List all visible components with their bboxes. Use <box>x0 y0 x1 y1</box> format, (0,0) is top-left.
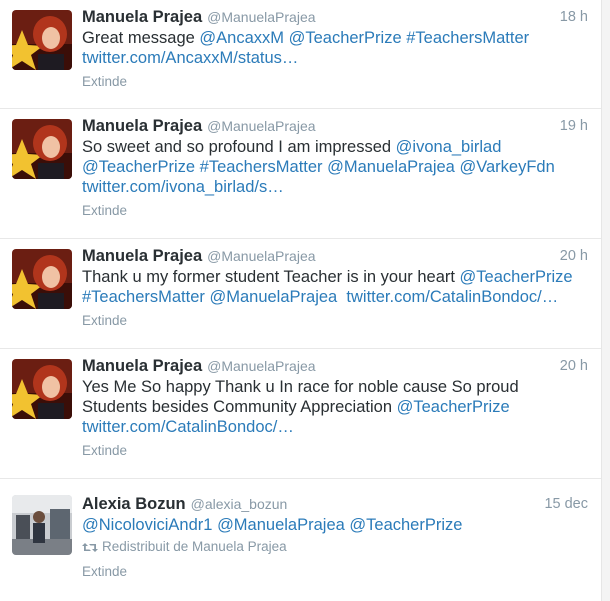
mention-link[interactable]: @AncaxxM <box>199 29 284 47</box>
author-handle[interactable]: @ManuelaPrajea <box>207 118 315 134</box>
tweet-text-line: #TeachersMatter @ManuelaPrajea twitter.c… <box>82 287 588 307</box>
url-link[interactable]: twitter.com/CatalinBondoc/… <box>346 288 558 306</box>
tweet-body: Manuela Prajea @ManuelaPrajea 20 h Yes Me… <box>82 355 588 460</box>
author-name[interactable]: Manuela Prajea <box>82 117 202 135</box>
tweet-text-line: @TeacherPrize #TeachersMatter @ManuelaPr… <box>82 157 588 177</box>
profile-photo-room-icon <box>12 495 72 555</box>
url-link[interactable]: twitter.com/ivona_birlad/s… <box>82 178 284 196</box>
tweet-header: Manuela Prajea @ManuelaPrajea 20 h <box>82 245 588 267</box>
tweet-text: Great message @AncaxxM @TeacherPrize #Te… <box>82 28 588 68</box>
tweet-header: Manuela Prajea @ManuelaPrajea 19 h <box>82 115 588 137</box>
tweet-item[interactable]: Alexia Bozun @alexia_bozun 15 dec @Nicolo… <box>0 479 602 600</box>
author-name[interactable]: Manuela Prajea <box>82 357 202 375</box>
mention-link[interactable]: @NicoloviciAndr1 <box>82 516 212 534</box>
mention-link[interactable]: @ManuelaPrajea <box>327 158 455 176</box>
mention-link[interactable]: @TeacherPrize <box>397 398 510 416</box>
author-handle[interactable]: @ManuelaPrajea <box>207 358 315 374</box>
tweet-item[interactable]: Manuela Prajea @ManuelaPrajea 20 h Yes Me… <box>0 349 602 479</box>
avatar[interactable] <box>12 495 72 555</box>
tweet-text: So sweet and so profound I am impressed … <box>82 137 588 197</box>
author-name[interactable]: Manuela Prajea <box>82 247 202 265</box>
tweet-header: Alexia Bozun @alexia_bozun 15 dec <box>82 493 588 515</box>
url-link[interactable]: twitter.com/CatalinBondoc/… <box>82 418 294 436</box>
expand-link[interactable]: Extinde <box>82 203 127 218</box>
tweet-timestamp[interactable]: 20 h <box>560 355 588 377</box>
author-name[interactable]: Manuela Prajea <box>82 8 202 26</box>
mention-link[interactable]: @TeacherPrize <box>349 516 462 534</box>
tweet-timestamp[interactable]: 20 h <box>560 245 588 267</box>
tweet-timestamp[interactable]: 19 h <box>560 115 588 137</box>
tweet-text-segment: Thank u my former student Teacher is in … <box>82 268 460 286</box>
profile-photo-star-icon <box>12 119 72 179</box>
url-link[interactable]: twitter.com/AncaxxM/status… <box>82 49 298 67</box>
tweet-text-line: Great message @AncaxxM @TeacherPrize #Te… <box>82 28 588 48</box>
expand-link[interactable]: Extinde <box>82 313 127 328</box>
tweet-text: Yes Me So happy Thank u In race for nobl… <box>82 377 588 437</box>
tweet-header: Manuela Prajea @ManuelaPrajea 20 h <box>82 355 588 377</box>
tweet-text-segment: So sweet and so profound I am impressed <box>82 138 396 156</box>
tweet-text: @NicoloviciAndr1 @ManuelaPrajea @Teacher… <box>82 515 588 535</box>
mention-link[interactable]: @ivona_birlad <box>396 138 502 156</box>
tweet-item[interactable]: Manuela Prajea @ManuelaPrajea 20 h Thank … <box>0 239 602 349</box>
avatar[interactable] <box>12 249 72 309</box>
tweet-text-line: @NicoloviciAndr1 @ManuelaPrajea @Teacher… <box>82 515 588 535</box>
tweet-body: Manuela Prajea @ManuelaPrajea 19 h So swe… <box>82 115 588 220</box>
tweet-timeline: Manuela Prajea @ManuelaPrajea 18 h Great … <box>0 0 603 601</box>
avatar[interactable] <box>12 119 72 179</box>
author-handle[interactable]: @ManuelaPrajea <box>207 248 315 264</box>
mention-link[interactable]: @TeacherPrize <box>82 158 195 176</box>
tweet-text-line: Students besides Community Appreciation … <box>82 397 588 417</box>
profile-photo-star-icon <box>12 249 72 309</box>
profile-photo-star-icon <box>12 10 72 70</box>
tweet-text-line: twitter.com/ivona_birlad/s… <box>82 177 588 197</box>
tweet-text-segment: Yes Me So happy Thank u In race for nobl… <box>82 378 519 396</box>
tweet-text-line: twitter.com/AncaxxM/status… <box>82 48 588 68</box>
tweet-text: Thank u my former student Teacher is in … <box>82 267 588 307</box>
expand-link[interactable]: Extinde <box>82 74 127 89</box>
tweet-body: Manuela Prajea @ManuelaPrajea 20 h Thank … <box>82 245 588 330</box>
tweet-item[interactable]: Manuela Prajea @ManuelaPrajea 18 h Great … <box>0 0 602 109</box>
tweet-header: Manuela Prajea @ManuelaPrajea 18 h <box>82 6 588 28</box>
hashtag-link[interactable]: #TeachersMatter <box>82 288 205 306</box>
expand-link[interactable]: Extinde <box>82 443 127 458</box>
avatar[interactable] <box>12 359 72 419</box>
hashtag-link[interactable]: #TeachersMatter <box>406 29 529 47</box>
expand-link[interactable]: Extinde <box>82 564 127 579</box>
mention-link[interactable]: @VarkeyFdn <box>459 158 554 176</box>
avatar[interactable] <box>12 10 72 70</box>
tweet-text-line: twitter.com/CatalinBondoc/… <box>82 417 588 437</box>
retweet-label[interactable]: Redistribuit de Manuela Prajea <box>102 539 287 554</box>
tweet-body: Alexia Bozun @alexia_bozun 15 dec @Nicolo… <box>82 493 588 581</box>
mention-link[interactable]: @TeacherPrize <box>460 268 573 286</box>
tweet-timestamp[interactable]: 15 dec <box>544 493 588 515</box>
retweet-icon <box>82 542 98 552</box>
scrollbar[interactable] <box>601 0 610 601</box>
profile-photo-star-icon <box>12 359 72 419</box>
mention-link[interactable]: @ManuelaPrajea <box>217 516 345 534</box>
tweet-text-line: Thank u my former student Teacher is in … <box>82 267 588 287</box>
hashtag-link[interactable]: #TeachersMatter <box>200 158 323 176</box>
mention-link[interactable]: @TeacherPrize <box>289 29 402 47</box>
author-handle[interactable]: @alexia_bozun <box>191 496 288 512</box>
tweet-body: Manuela Prajea @ManuelaPrajea 18 h Great … <box>82 6 588 91</box>
author-name[interactable]: Alexia Bozun <box>82 495 186 513</box>
tweet-text-line: So sweet and so profound I am impressed … <box>82 137 588 157</box>
retweet-context: Redistribuit de Manuela Prajea <box>82 538 588 556</box>
tweet-text-segment: Students besides Community Appreciation <box>82 398 397 416</box>
author-handle[interactable]: @ManuelaPrajea <box>207 9 315 25</box>
tweet-text-line: Yes Me So happy Thank u In race for nobl… <box>82 377 588 397</box>
tweet-timestamp[interactable]: 18 h <box>560 6 588 28</box>
tweet-item[interactable]: Manuela Prajea @ManuelaPrajea 19 h So swe… <box>0 109 602 239</box>
mention-link[interactable]: @ManuelaPrajea <box>209 288 337 306</box>
tweet-text-segment: Great message <box>82 29 200 47</box>
